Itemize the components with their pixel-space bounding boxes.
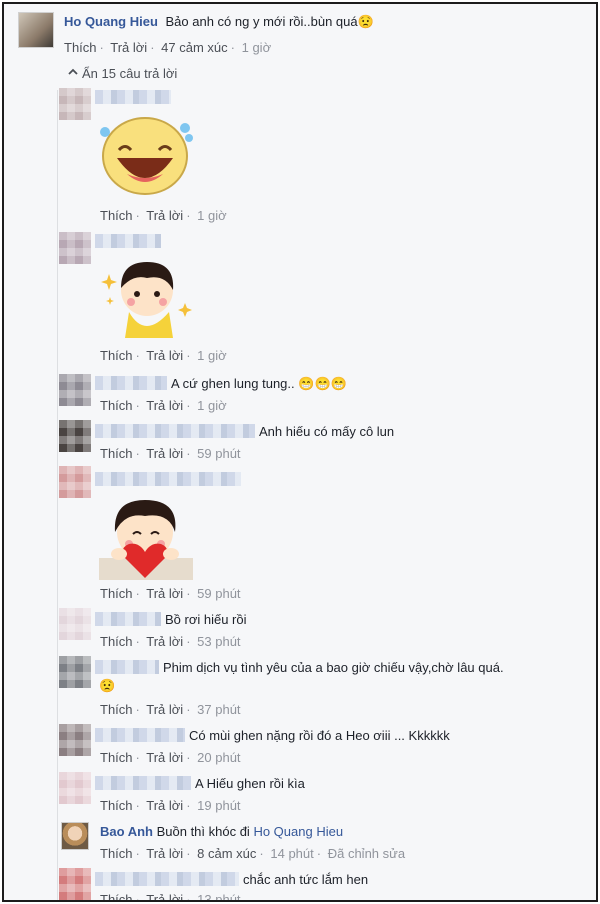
girl-happy-sticker (99, 252, 193, 343)
timestamp[interactable]: 59 phút (197, 586, 240, 601)
avatar[interactable] (61, 822, 89, 850)
avatar[interactable] (59, 466, 91, 498)
reply-author[interactable] (95, 234, 161, 248)
reply-text: Buồn thì khóc đi (156, 824, 250, 839)
timestamp[interactable]: 20 phút (197, 750, 240, 765)
avatar[interactable] (59, 656, 91, 688)
reply-link[interactable]: Trả lời (146, 846, 183, 861)
like-link[interactable]: Thích (100, 798, 133, 813)
reactions-link[interactable]: 47 cảm xúc (161, 40, 227, 55)
reply-text: Bồ rơi hiếu rồi (165, 612, 247, 627)
avatar[interactable] (59, 724, 91, 756)
like-link[interactable]: Thích (64, 40, 97, 55)
avatar[interactable] (18, 12, 54, 48)
avatar[interactable] (59, 420, 91, 452)
reply-actions: Thích · Trả lời · 53 phút (100, 634, 241, 649)
reply-author[interactable] (95, 472, 241, 486)
edited-label[interactable]: Đã chỉnh sửa (328, 846, 405, 861)
avatar[interactable] (59, 608, 91, 640)
reply-text: Anh hiếu có mấy cô lun (259, 424, 395, 439)
reply-actions: Thích · Trả lời · 8 cảm xúc · 14 phút · Đã c… (100, 846, 406, 861)
reply-actions: Thích · Trả lời · 1 giờ (100, 348, 227, 363)
hide-replies-label: Ẩn 15 câu trả lời (82, 66, 178, 81)
reply-actions: Thích · Trả lời · 19 phút (100, 798, 241, 813)
reply-text: Phim dịch vụ tình yêu của a bao giờ chiế… (163, 660, 504, 675)
reply-actions: Thích · Trả lời · 13 phút (100, 892, 241, 900)
reply-text: A Hiếu ghen rồi kìa (195, 776, 305, 791)
reply-author[interactable] (95, 872, 239, 886)
reply-link[interactable]: Trả lời (146, 208, 183, 223)
avatar[interactable] (59, 868, 91, 900)
like-link[interactable]: Thích (100, 702, 133, 717)
like-link[interactable]: Thích (100, 586, 133, 601)
reply-text: Có mùi ghen nặng rồi đó a Heo ơiii ... K… (189, 728, 450, 743)
timestamp[interactable]: 1 giờ (197, 398, 227, 413)
reply-link[interactable]: Trả lời (146, 446, 183, 461)
like-link[interactable]: Thích (100, 846, 133, 861)
reply-author[interactable] (95, 776, 191, 790)
mention-link[interactable]: Ho Quang Hieu (253, 824, 343, 839)
timestamp[interactable]: 1 giờ (242, 40, 272, 55)
reply-text: chắc anh tức lắm hen (243, 872, 369, 887)
reply-author[interactable] (95, 376, 167, 390)
grinning-emoji-icon: 😁😁😁 (298, 376, 347, 391)
timestamp[interactable]: 1 giờ (197, 348, 227, 363)
like-link[interactable]: Thích (100, 892, 133, 900)
reply-author[interactable] (95, 424, 255, 438)
avatar[interactable] (59, 772, 91, 804)
reply-link[interactable]: Trả lời (146, 750, 183, 765)
reply-actions: Thích · Trả lời · 37 phút (100, 702, 241, 717)
reply-author[interactable] (95, 612, 161, 626)
laughing-face-sticker (97, 114, 195, 199)
reply-link[interactable]: Trả lời (146, 892, 183, 900)
timestamp[interactable]: 13 phút (197, 892, 240, 900)
reply-link[interactable]: Trả lời (146, 398, 183, 413)
reply-author[interactable] (95, 660, 159, 674)
reply-link[interactable]: Trả lời (146, 798, 183, 813)
avatar[interactable] (59, 232, 91, 264)
reply-text: A cứ ghen lung tung.. (171, 376, 295, 391)
reply-actions: Thích · Trả lời · 59 phút (100, 446, 241, 461)
reply-link[interactable]: Trả lời (146, 586, 183, 601)
like-link[interactable]: Thích (100, 398, 133, 413)
like-link[interactable]: Thích (100, 634, 133, 649)
comment-author[interactable]: Ho Quang Hieu (64, 14, 158, 29)
like-link[interactable]: Thích (100, 348, 133, 363)
reply-link[interactable]: Trả lời (110, 40, 147, 55)
reply-author[interactable]: Bao Anh (100, 824, 153, 839)
thread-line (57, 90, 58, 900)
like-link[interactable]: Thích (100, 750, 133, 765)
reply-actions: Thích · Trả lời · 1 giờ (100, 208, 227, 223)
timestamp[interactable]: 1 giờ (197, 208, 227, 223)
comment-text: Bảo anh có ng y mới rồi..bùn quá (165, 14, 358, 29)
timestamp[interactable]: 19 phút (197, 798, 240, 813)
avatar[interactable] (59, 374, 91, 406)
chevron-up-icon (68, 65, 78, 75)
worried-emoji-icon: 😟 (357, 14, 374, 29)
reply-actions: Thích · Trả lời · 59 phút (100, 586, 241, 601)
reply-author[interactable] (95, 90, 171, 104)
girl-heart-sticker (99, 492, 193, 585)
worried-emoji-icon: 😟 (99, 678, 116, 693)
reply-link[interactable]: Trả lời (146, 634, 183, 649)
like-link[interactable]: Thích (100, 446, 133, 461)
like-link[interactable]: Thích (100, 208, 133, 223)
reply-actions: Thích · Trả lời · 1 giờ (100, 398, 227, 413)
timestamp[interactable]: 59 phút (197, 446, 240, 461)
comment-actions: Thích · Trả lời · 47 cảm xúc · 1 giờ (64, 40, 272, 55)
reply-actions: Thích · Trả lời · 20 phút (100, 750, 241, 765)
reply-link[interactable]: Trả lời (146, 702, 183, 717)
timestamp[interactable]: 14 phút (270, 846, 313, 861)
reply-link[interactable]: Trả lời (146, 348, 183, 363)
timestamp[interactable]: 53 phút (197, 634, 240, 649)
comment-thread-frame: Ho Quang Hieu Bảo anh có ng y mới rồi..b… (2, 2, 598, 902)
reactions-link[interactable]: 8 cảm xúc (197, 846, 256, 861)
hide-replies-toggle[interactable]: Ẩn 15 câu trả lời (68, 66, 177, 81)
reply-author[interactable] (95, 728, 185, 742)
timestamp[interactable]: 37 phút (197, 702, 240, 717)
avatar[interactable] (59, 88, 91, 120)
